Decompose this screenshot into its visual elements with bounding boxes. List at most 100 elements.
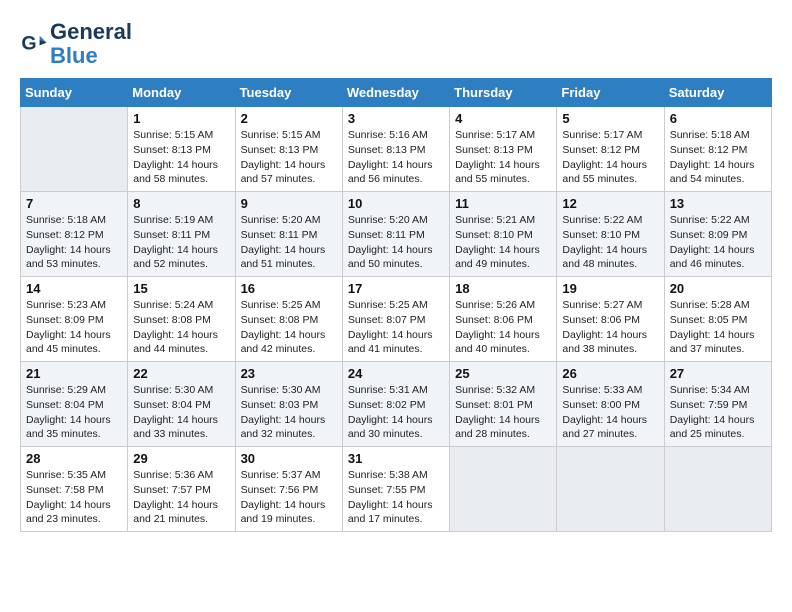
calendar-body: 1 Sunrise: 5:15 AM Sunset: 8:13 PM Daylig… xyxy=(21,107,772,532)
day-number: 5 xyxy=(562,111,658,126)
day-number: 7 xyxy=(26,196,122,211)
calendar-cell: 25 Sunrise: 5:32 AM Sunset: 8:01 PM Dayli… xyxy=(450,362,557,447)
calendar-cell: 10 Sunrise: 5:20 AM Sunset: 8:11 PM Dayli… xyxy=(342,192,449,277)
day-info: Sunrise: 5:23 AM Sunset: 8:09 PM Dayligh… xyxy=(26,298,122,357)
day-number: 1 xyxy=(133,111,229,126)
day-info: Sunrise: 5:25 AM Sunset: 8:08 PM Dayligh… xyxy=(241,298,337,357)
calendar-week-row: 21 Sunrise: 5:29 AM Sunset: 8:04 PM Dayli… xyxy=(21,362,772,447)
day-number: 26 xyxy=(562,366,658,381)
day-info: Sunrise: 5:36 AM Sunset: 7:57 PM Dayligh… xyxy=(133,468,229,527)
weekday-header: Monday xyxy=(128,79,235,107)
day-info: Sunrise: 5:22 AM Sunset: 8:09 PM Dayligh… xyxy=(670,213,766,272)
weekday-header: Sunday xyxy=(21,79,128,107)
day-number: 29 xyxy=(133,451,229,466)
calendar-cell: 30 Sunrise: 5:37 AM Sunset: 7:56 PM Dayli… xyxy=(235,447,342,532)
calendar-cell: 12 Sunrise: 5:22 AM Sunset: 8:10 PM Dayli… xyxy=(557,192,664,277)
day-info: Sunrise: 5:27 AM Sunset: 8:06 PM Dayligh… xyxy=(562,298,658,357)
calendar-cell: 16 Sunrise: 5:25 AM Sunset: 8:08 PM Dayli… xyxy=(235,277,342,362)
day-info: Sunrise: 5:34 AM Sunset: 7:59 PM Dayligh… xyxy=(670,383,766,442)
day-info: Sunrise: 5:16 AM Sunset: 8:13 PM Dayligh… xyxy=(348,128,444,187)
day-number: 18 xyxy=(455,281,551,296)
day-info: Sunrise: 5:33 AM Sunset: 8:00 PM Dayligh… xyxy=(562,383,658,442)
calendar-cell xyxy=(557,447,664,532)
day-number: 15 xyxy=(133,281,229,296)
calendar-table: SundayMondayTuesdayWednesdayThursdayFrid… xyxy=(20,78,772,532)
calendar-cell xyxy=(450,447,557,532)
day-number: 4 xyxy=(455,111,551,126)
day-info: Sunrise: 5:20 AM Sunset: 8:11 PM Dayligh… xyxy=(348,213,444,272)
calendar-cell: 27 Sunrise: 5:34 AM Sunset: 7:59 PM Dayli… xyxy=(664,362,771,447)
day-info: Sunrise: 5:22 AM Sunset: 8:10 PM Dayligh… xyxy=(562,213,658,272)
day-number: 12 xyxy=(562,196,658,211)
weekday-header: Friday xyxy=(557,79,664,107)
day-info: Sunrise: 5:19 AM Sunset: 8:11 PM Dayligh… xyxy=(133,213,229,272)
svg-text:G: G xyxy=(21,33,36,55)
calendar-cell: 26 Sunrise: 5:33 AM Sunset: 8:00 PM Dayli… xyxy=(557,362,664,447)
day-number: 22 xyxy=(133,366,229,381)
day-info: Sunrise: 5:28 AM Sunset: 8:05 PM Dayligh… xyxy=(670,298,766,357)
calendar-cell: 23Sunrise: 5:30 AM Sunset: 8:03 PM Dayli… xyxy=(235,362,342,447)
calendar-cell: 17 Sunrise: 5:25 AM Sunset: 8:07 PM Dayli… xyxy=(342,277,449,362)
calendar-cell: 24 Sunrise: 5:31 AM Sunset: 8:02 PM Dayli… xyxy=(342,362,449,447)
weekday-header: Wednesday xyxy=(342,79,449,107)
calendar-header: SundayMondayTuesdayWednesdayThursdayFrid… xyxy=(21,79,772,107)
day-info: Sunrise: 5:18 AM Sunset: 8:12 PM Dayligh… xyxy=(670,128,766,187)
day-number: 27 xyxy=(670,366,766,381)
calendar-cell: 3 Sunrise: 5:16 AM Sunset: 8:13 PM Daylig… xyxy=(342,107,449,192)
day-info: Sunrise: 5:20 AM Sunset: 8:11 PM Dayligh… xyxy=(241,213,337,272)
day-number: 17 xyxy=(348,281,444,296)
day-info: Sunrise: 5:37 AM Sunset: 7:56 PM Dayligh… xyxy=(241,468,337,527)
day-number: 16 xyxy=(241,281,337,296)
logo-text: General Blue xyxy=(50,20,132,68)
day-info: Sunrise: 5:35 AM Sunset: 7:58 PM Dayligh… xyxy=(26,468,122,527)
day-info: Sunrise: 5:17 AM Sunset: 8:13 PM Dayligh… xyxy=(455,128,551,187)
day-info: Sunrise: 5:32 AM Sunset: 8:01 PM Dayligh… xyxy=(455,383,551,442)
calendar-cell: 7Sunrise: 5:18 AM Sunset: 8:12 PM Daylig… xyxy=(21,192,128,277)
calendar-cell: 18 Sunrise: 5:26 AM Sunset: 8:06 PM Dayli… xyxy=(450,277,557,362)
weekday-header: Thursday xyxy=(450,79,557,107)
day-info: Sunrise: 5:29 AM Sunset: 8:04 PM Dayligh… xyxy=(26,383,122,442)
day-info: Sunrise: 5:30 AM Sunset: 8:03 PM Dayligh… xyxy=(241,383,337,442)
day-number: 21 xyxy=(26,366,122,381)
day-number: 8 xyxy=(133,196,229,211)
day-number: 19 xyxy=(562,281,658,296)
logo: G General Blue xyxy=(20,20,132,68)
calendar-cell: 2Sunrise: 5:15 AM Sunset: 8:13 PM Daylig… xyxy=(235,107,342,192)
calendar-week-row: 14Sunrise: 5:23 AM Sunset: 8:09 PM Dayli… xyxy=(21,277,772,362)
day-number: 3 xyxy=(348,111,444,126)
calendar-cell: 11Sunrise: 5:21 AM Sunset: 8:10 PM Dayli… xyxy=(450,192,557,277)
calendar-cell: 29 Sunrise: 5:36 AM Sunset: 7:57 PM Dayli… xyxy=(128,447,235,532)
calendar-cell: 6Sunrise: 5:18 AM Sunset: 8:12 PM Daylig… xyxy=(664,107,771,192)
calendar-cell: 19 Sunrise: 5:27 AM Sunset: 8:06 PM Dayli… xyxy=(557,277,664,362)
calendar-cell: 8 Sunrise: 5:19 AM Sunset: 8:11 PM Daylig… xyxy=(128,192,235,277)
calendar-cell: 9Sunrise: 5:20 AM Sunset: 8:11 PM Daylig… xyxy=(235,192,342,277)
day-info: Sunrise: 5:15 AM Sunset: 8:13 PM Dayligh… xyxy=(133,128,229,187)
calendar-cell: 1 Sunrise: 5:15 AM Sunset: 8:13 PM Daylig… xyxy=(128,107,235,192)
day-info: Sunrise: 5:24 AM Sunset: 8:08 PM Dayligh… xyxy=(133,298,229,357)
day-info: Sunrise: 5:17 AM Sunset: 8:12 PM Dayligh… xyxy=(562,128,658,187)
calendar-cell: 31Sunrise: 5:38 AM Sunset: 7:55 PM Dayli… xyxy=(342,447,449,532)
calendar-cell: 15 Sunrise: 5:24 AM Sunset: 8:08 PM Dayli… xyxy=(128,277,235,362)
calendar-cell: 14Sunrise: 5:23 AM Sunset: 8:09 PM Dayli… xyxy=(21,277,128,362)
day-number: 24 xyxy=(348,366,444,381)
day-info: Sunrise: 5:30 AM Sunset: 8:04 PM Dayligh… xyxy=(133,383,229,442)
calendar-cell: 4 Sunrise: 5:17 AM Sunset: 8:13 PM Daylig… xyxy=(450,107,557,192)
day-number: 25 xyxy=(455,366,551,381)
day-number: 13 xyxy=(670,196,766,211)
day-info: Sunrise: 5:25 AM Sunset: 8:07 PM Dayligh… xyxy=(348,298,444,357)
day-info: Sunrise: 5:26 AM Sunset: 8:06 PM Dayligh… xyxy=(455,298,551,357)
day-number: 10 xyxy=(348,196,444,211)
calendar-cell: 21 Sunrise: 5:29 AM Sunset: 8:04 PM Dayli… xyxy=(21,362,128,447)
logo-icon: G xyxy=(20,30,48,58)
day-number: 28 xyxy=(26,451,122,466)
calendar-cell: 22 Sunrise: 5:30 AM Sunset: 8:04 PM Dayli… xyxy=(128,362,235,447)
calendar-week-row: 1 Sunrise: 5:15 AM Sunset: 8:13 PM Daylig… xyxy=(21,107,772,192)
day-number: 2 xyxy=(241,111,337,126)
calendar-cell: 13 Sunrise: 5:22 AM Sunset: 8:09 PM Dayli… xyxy=(664,192,771,277)
weekday-header: Tuesday xyxy=(235,79,342,107)
day-info: Sunrise: 5:38 AM Sunset: 7:55 PM Dayligh… xyxy=(348,468,444,527)
calendar-cell xyxy=(21,107,128,192)
day-number: 30 xyxy=(241,451,337,466)
day-info: Sunrise: 5:31 AM Sunset: 8:02 PM Dayligh… xyxy=(348,383,444,442)
calendar-cell: 28 Sunrise: 5:35 AM Sunset: 7:58 PM Dayli… xyxy=(21,447,128,532)
